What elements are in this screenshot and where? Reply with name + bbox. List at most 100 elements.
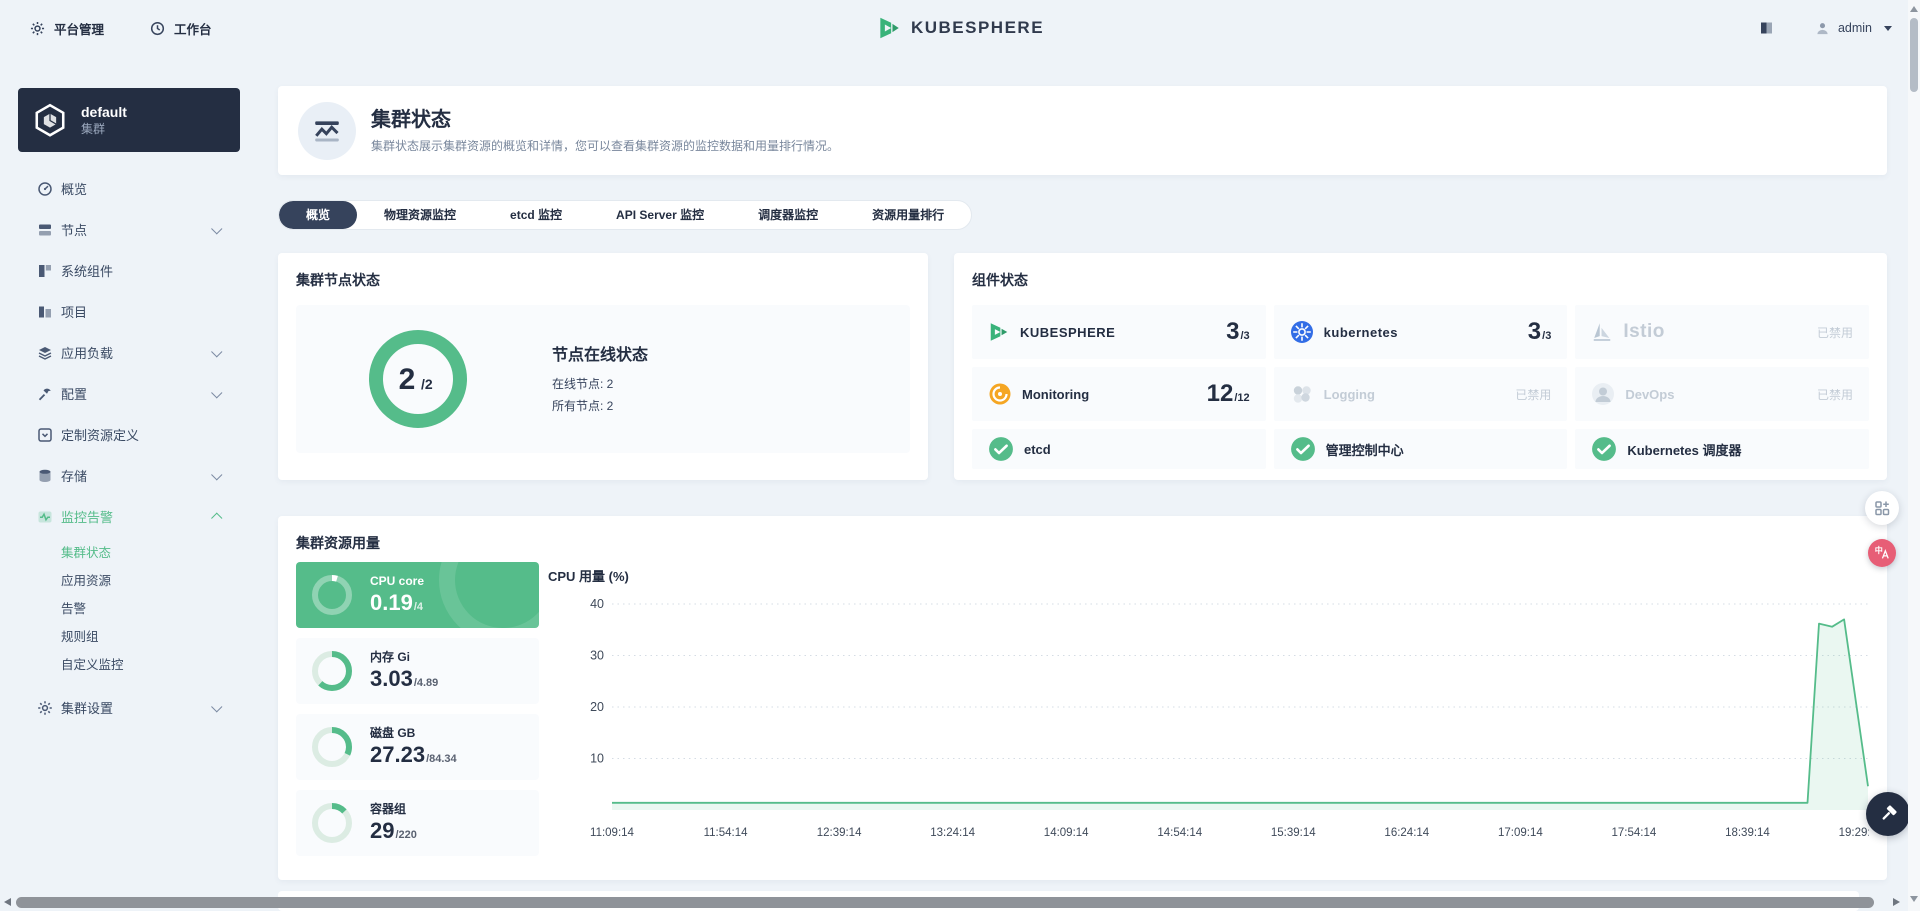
sidebar-subitem-label: 告警 xyxy=(61,601,87,616)
sidebar-item-7[interactable]: 存储 xyxy=(0,455,260,496)
node-status-line: 在线节点: 2 xyxy=(552,377,614,391)
vertical-scrollbar[interactable] xyxy=(1908,0,1920,911)
overview-icon xyxy=(37,181,53,197)
page-title: 集群状态 xyxy=(371,108,451,131)
user-menu[interactable]: admin xyxy=(1815,21,1892,36)
svg-text:10: 10 xyxy=(590,752,604,766)
sidebar-item-8[interactable]: 监控告警 xyxy=(0,496,260,537)
layout-widget-button[interactable] xyxy=(1865,491,1899,525)
svg-text:中: 中 xyxy=(1875,545,1883,555)
horizontal-scroll-thumb[interactable] xyxy=(16,897,1874,908)
sidebar-item-0[interactable]: 概览 xyxy=(0,168,260,209)
docs-icon[interactable] xyxy=(1758,20,1775,36)
component-name: kubernetes xyxy=(1323,324,1399,340)
translate-widget-button[interactable]: 中 xyxy=(1868,539,1896,567)
check-icon xyxy=(1290,436,1316,462)
cluster-selector[interactable]: default 集群 xyxy=(18,88,240,152)
chevron-up-icon xyxy=(210,512,222,524)
svg-text:13:24:14: 13:24:14 xyxy=(930,827,975,839)
user-avatar-icon xyxy=(1815,21,1830,36)
projects-icon xyxy=(37,304,53,320)
sidebar-menu: 概览节点 系统组件项目应用负载配置 定制资源定义 存储监控告警集群状态 应用资源告警规则… xyxy=(0,168,260,728)
meter-donut-icon xyxy=(310,649,354,693)
vertical-scroll-thumb[interactable] xyxy=(1910,18,1918,92)
toolbox-button[interactable] xyxy=(1866,792,1910,836)
meter-label: 内存 Gi xyxy=(370,650,411,664)
component-name: Kubernetes 调度器 xyxy=(1627,442,1742,458)
resource-usage-title: 集群资源用量 xyxy=(296,535,380,551)
sidebar-item-4[interactable]: 应用负载 xyxy=(0,332,260,373)
resource-meter-2[interactable]: 磁盘 GB 27.23/84.34 xyxy=(296,714,539,780)
sidebar-item-1[interactable]: 节点 xyxy=(0,209,260,250)
kubesphere-brand: KUBESPHERE xyxy=(0,0,1920,56)
chart-plot-area: 40 30 20 10 11:09:14 11:54:14 12:39:14 13:24:14… xyxy=(590,597,1869,839)
component-cell-6: etcd xyxy=(972,429,1266,469)
svg-text:16:24:14: 16:24:14 xyxy=(1384,827,1429,839)
svg-text:11:54:14: 11:54:14 xyxy=(704,827,749,839)
tab-3[interactable]: API Server 监控 xyxy=(589,201,731,229)
meter-donut-icon xyxy=(310,573,354,617)
node-status-title: 集群节点状态 xyxy=(296,272,380,288)
sidebar-subitem-3[interactable]: 规则组 xyxy=(0,621,260,649)
svg-text:11:09:14: 11:09:14 xyxy=(590,827,635,839)
components-grid: KUBESPHERE 3/3 kubernetes 3/3 Istio 已禁用 Monito… xyxy=(972,305,1869,469)
tab-5[interactable]: 资源用量排行 xyxy=(845,201,971,229)
sidebar-subitem-0[interactable]: 集群状态 xyxy=(0,537,260,565)
tab-bar: 概览 物理资源监控 etcd 监控 API Server 监控 调度器监控 资源用量排行 xyxy=(278,200,973,230)
sidebar-item-label: 集群设置 xyxy=(61,701,114,716)
tab-0[interactable]: 概览 xyxy=(279,201,358,229)
sidebar-subitem-label: 自定义监控 xyxy=(61,657,124,672)
sidebar-subitem-label: 规则组 xyxy=(61,629,99,644)
resource-meters: CPU core 0.19/4 内存 Gi 3.03/4.89 磁盘 GB 27.23/8… xyxy=(296,562,539,856)
component-name: Logging xyxy=(1323,386,1375,402)
horizontal-scrollbar[interactable] xyxy=(0,894,1908,911)
resource-meter-1[interactable]: 内存 Gi 3.03/4.89 xyxy=(296,638,539,704)
sidebar-item-label: 监控告警 xyxy=(61,510,114,525)
user-name: admin xyxy=(1837,21,1872,35)
sidebar-subitem-1[interactable]: 应用资源 xyxy=(0,565,260,593)
meter-donut-icon xyxy=(310,801,354,845)
sidebar-item-label: 应用负载 xyxy=(61,346,114,361)
component-count: 12/12 xyxy=(1206,380,1250,407)
logging-icon xyxy=(1290,382,1314,406)
meter-total: /84.34 xyxy=(426,753,457,765)
meter-label: 磁盘 GB xyxy=(370,726,416,740)
scroll-up-arrow[interactable] xyxy=(1910,6,1918,12)
component-cell-7: 管理控制中心 xyxy=(1273,429,1568,469)
settings-icon xyxy=(37,700,53,716)
node-donut-total: /2 xyxy=(421,376,433,392)
sidebar-subitem-4[interactable]: 自定义监控 xyxy=(0,649,260,677)
sidebar-item-5[interactable]: 配置 xyxy=(0,373,260,414)
component-name: DevOps xyxy=(1625,386,1675,402)
tab-1[interactable]: 物理资源监控 xyxy=(357,201,483,229)
components-card: 组件状态 KUBESPHERE 3/3 kubernetes 3/3 Istio 已禁用 M… xyxy=(954,253,1887,480)
sidebar-subitem-2[interactable]: 告警 xyxy=(0,593,260,621)
grid-plus-icon xyxy=(1873,499,1891,517)
sidebar-item-9[interactable]: 集群设置 xyxy=(0,687,260,728)
sidebar-item-6[interactable]: 定制资源定义 xyxy=(0,414,260,455)
page-header-card: 集群状态 集群状态展示集群资源的概览和详情，您可以查看集群资源的监控数据和用量排… xyxy=(278,86,1887,175)
resource-meter-0[interactable]: CPU core 0.19/4 xyxy=(296,562,539,628)
svg-text:17:54:14: 17:54:14 xyxy=(1612,827,1657,839)
chart-title: CPU 用量 (%) xyxy=(548,569,629,584)
sidebar-item-3[interactable]: 项目 xyxy=(0,291,260,332)
sidebar-item-2[interactable]: 系统组件 xyxy=(0,250,260,291)
scroll-down-arrow[interactable] xyxy=(1910,896,1918,902)
check-icon xyxy=(988,436,1014,462)
config-icon xyxy=(37,386,53,402)
storage-icon xyxy=(37,468,53,484)
meter-total: /4.89 xyxy=(413,677,439,689)
tab-4[interactable]: 调度器监控 xyxy=(731,201,845,229)
workloads-icon xyxy=(37,345,53,361)
tab-2[interactable]: etcd 监控 xyxy=(483,201,589,229)
svg-text:18:39:14: 18:39:14 xyxy=(1725,827,1770,839)
chevron-down-icon xyxy=(210,468,222,480)
scroll-left-arrow[interactable] xyxy=(4,898,11,906)
scroll-right-arrow[interactable] xyxy=(1893,898,1900,906)
resource-meter-3[interactable]: 容器组 29/220 xyxy=(296,790,539,856)
meter-used: 29 xyxy=(370,818,395,843)
meter-used: 0.19 xyxy=(370,590,413,615)
sidebar: default 集群 概览节点 系统组件项目应用负载配置 定制资源定义 存储监控告警集… xyxy=(0,56,260,728)
sidebar-item-label: 项目 xyxy=(61,305,88,320)
sidebar-item-label: 概览 xyxy=(61,182,88,197)
